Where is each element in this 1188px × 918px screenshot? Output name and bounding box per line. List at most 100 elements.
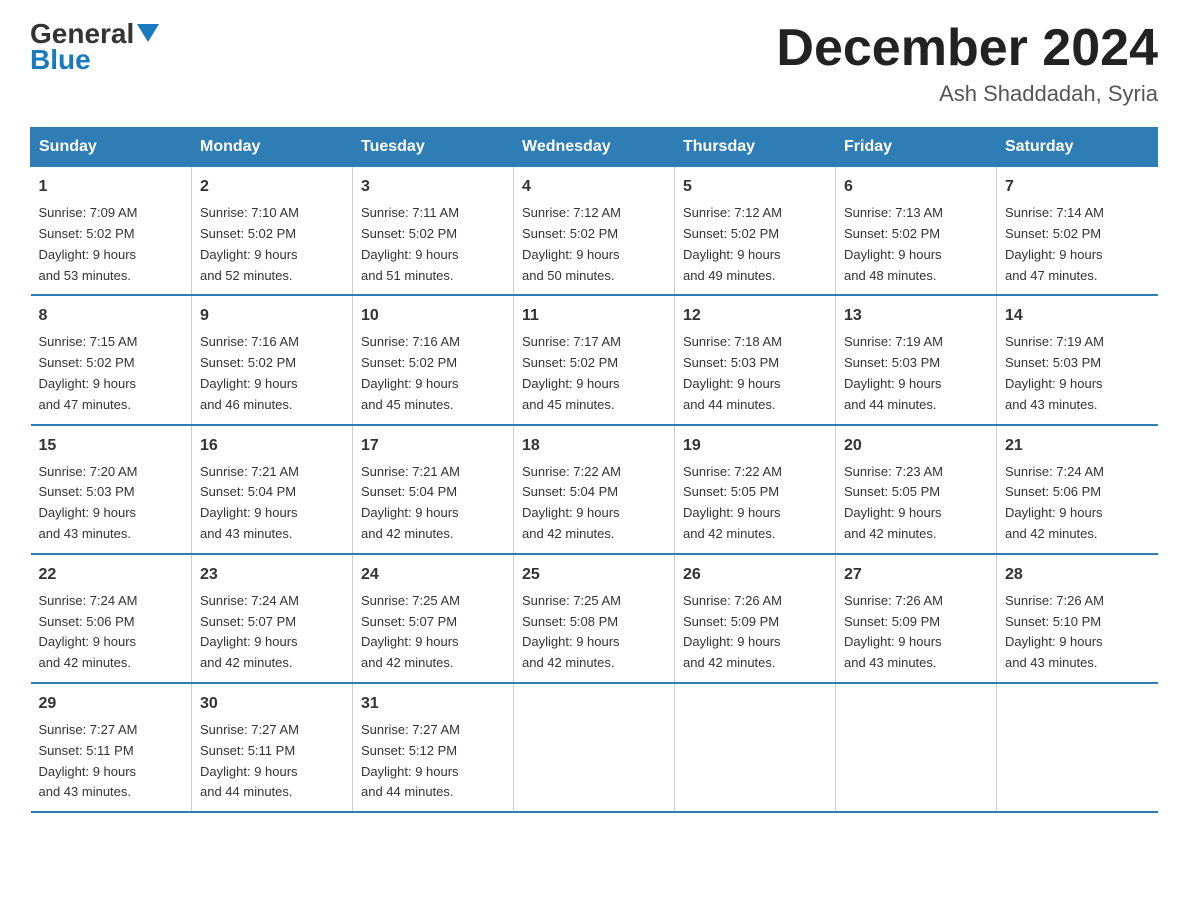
day-number: 17 <box>361 434 505 458</box>
table-row: 3 Sunrise: 7:11 AM Sunset: 5:02 PM Dayli… <box>353 167 514 296</box>
day-number: 6 <box>844 175 988 199</box>
day-number: 3 <box>361 175 505 199</box>
day-number: 13 <box>844 304 988 328</box>
day-number: 30 <box>200 692 344 716</box>
day-info: Sunrise: 7:27 AM Sunset: 5:12 PM Dayligh… <box>361 722 460 799</box>
subtitle: Ash Shaddadah, Syria <box>776 81 1158 107</box>
day-info: Sunrise: 7:18 AM Sunset: 5:03 PM Dayligh… <box>683 334 782 411</box>
day-number: 5 <box>683 175 827 199</box>
day-info: Sunrise: 7:15 AM Sunset: 5:02 PM Dayligh… <box>39 334 138 411</box>
day-number: 29 <box>39 692 184 716</box>
day-info: Sunrise: 7:12 AM Sunset: 5:02 PM Dayligh… <box>683 205 782 282</box>
table-row: 20 Sunrise: 7:23 AM Sunset: 5:05 PM Dayl… <box>836 425 997 554</box>
calendar-week-row: 22 Sunrise: 7:24 AM Sunset: 5:06 PM Dayl… <box>31 554 1158 683</box>
table-row: 6 Sunrise: 7:13 AM Sunset: 5:02 PM Dayli… <box>836 167 997 296</box>
table-row <box>836 683 997 812</box>
day-info: Sunrise: 7:20 AM Sunset: 5:03 PM Dayligh… <box>39 464 138 541</box>
day-number: 19 <box>683 434 827 458</box>
table-row: 14 Sunrise: 7:19 AM Sunset: 5:03 PM Dayl… <box>997 295 1158 424</box>
day-info: Sunrise: 7:25 AM Sunset: 5:07 PM Dayligh… <box>361 593 460 670</box>
calendar-week-row: 29 Sunrise: 7:27 AM Sunset: 5:11 PM Dayl… <box>31 683 1158 812</box>
main-title: December 2024 <box>776 20 1158 77</box>
day-info: Sunrise: 7:21 AM Sunset: 5:04 PM Dayligh… <box>361 464 460 541</box>
day-number: 8 <box>39 304 184 328</box>
col-saturday: Saturday <box>997 128 1158 167</box>
table-row: 8 Sunrise: 7:15 AM Sunset: 5:02 PM Dayli… <box>31 295 192 424</box>
day-number: 4 <box>522 175 666 199</box>
day-info: Sunrise: 7:17 AM Sunset: 5:02 PM Dayligh… <box>522 334 621 411</box>
day-number: 11 <box>522 304 666 328</box>
table-row <box>997 683 1158 812</box>
logo-text-blue: Blue <box>30 44 91 76</box>
table-row: 7 Sunrise: 7:14 AM Sunset: 5:02 PM Dayli… <box>997 167 1158 296</box>
day-info: Sunrise: 7:25 AM Sunset: 5:08 PM Dayligh… <box>522 593 621 670</box>
logo: General Blue <box>30 20 159 76</box>
day-info: Sunrise: 7:12 AM Sunset: 5:02 PM Dayligh… <box>522 205 621 282</box>
table-row: 10 Sunrise: 7:16 AM Sunset: 5:02 PM Dayl… <box>353 295 514 424</box>
day-number: 12 <box>683 304 827 328</box>
day-number: 21 <box>1005 434 1150 458</box>
day-info: Sunrise: 7:13 AM Sunset: 5:02 PM Dayligh… <box>844 205 943 282</box>
table-row: 11 Sunrise: 7:17 AM Sunset: 5:02 PM Dayl… <box>514 295 675 424</box>
day-info: Sunrise: 7:23 AM Sunset: 5:05 PM Dayligh… <box>844 464 943 541</box>
day-number: 28 <box>1005 563 1150 587</box>
table-row: 19 Sunrise: 7:22 AM Sunset: 5:05 PM Dayl… <box>675 425 836 554</box>
table-row: 22 Sunrise: 7:24 AM Sunset: 5:06 PM Dayl… <box>31 554 192 683</box>
page-header: General Blue December 2024 Ash Shaddadah… <box>30 20 1158 107</box>
table-row: 31 Sunrise: 7:27 AM Sunset: 5:12 PM Dayl… <box>353 683 514 812</box>
table-row: 17 Sunrise: 7:21 AM Sunset: 5:04 PM Dayl… <box>353 425 514 554</box>
day-info: Sunrise: 7:26 AM Sunset: 5:10 PM Dayligh… <box>1005 593 1104 670</box>
day-info: Sunrise: 7:22 AM Sunset: 5:05 PM Dayligh… <box>683 464 782 541</box>
logo-arrow-icon <box>137 24 159 42</box>
day-info: Sunrise: 7:27 AM Sunset: 5:11 PM Dayligh… <box>39 722 138 799</box>
table-row: 24 Sunrise: 7:25 AM Sunset: 5:07 PM Dayl… <box>353 554 514 683</box>
day-info: Sunrise: 7:16 AM Sunset: 5:02 PM Dayligh… <box>200 334 299 411</box>
table-row: 28 Sunrise: 7:26 AM Sunset: 5:10 PM Dayl… <box>997 554 1158 683</box>
day-number: 27 <box>844 563 988 587</box>
day-number: 18 <box>522 434 666 458</box>
day-number: 26 <box>683 563 827 587</box>
day-number: 20 <box>844 434 988 458</box>
calendar-week-row: 8 Sunrise: 7:15 AM Sunset: 5:02 PM Dayli… <box>31 295 1158 424</box>
col-tuesday: Tuesday <box>353 128 514 167</box>
day-info: Sunrise: 7:14 AM Sunset: 5:02 PM Dayligh… <box>1005 205 1104 282</box>
day-info: Sunrise: 7:26 AM Sunset: 5:09 PM Dayligh… <box>683 593 782 670</box>
table-row: 27 Sunrise: 7:26 AM Sunset: 5:09 PM Dayl… <box>836 554 997 683</box>
calendar-week-row: 15 Sunrise: 7:20 AM Sunset: 5:03 PM Dayl… <box>31 425 1158 554</box>
table-row <box>514 683 675 812</box>
col-sunday: Sunday <box>31 128 192 167</box>
day-info: Sunrise: 7:26 AM Sunset: 5:09 PM Dayligh… <box>844 593 943 670</box>
day-number: 7 <box>1005 175 1150 199</box>
day-info: Sunrise: 7:24 AM Sunset: 5:06 PM Dayligh… <box>39 593 138 670</box>
day-info: Sunrise: 7:09 AM Sunset: 5:02 PM Dayligh… <box>39 205 138 282</box>
day-info: Sunrise: 7:19 AM Sunset: 5:03 PM Dayligh… <box>1005 334 1104 411</box>
table-row: 15 Sunrise: 7:20 AM Sunset: 5:03 PM Dayl… <box>31 425 192 554</box>
table-row: 18 Sunrise: 7:22 AM Sunset: 5:04 PM Dayl… <box>514 425 675 554</box>
table-row: 30 Sunrise: 7:27 AM Sunset: 5:11 PM Dayl… <box>192 683 353 812</box>
col-wednesday: Wednesday <box>514 128 675 167</box>
day-info: Sunrise: 7:24 AM Sunset: 5:06 PM Dayligh… <box>1005 464 1104 541</box>
day-number: 23 <box>200 563 344 587</box>
title-section: December 2024 Ash Shaddadah, Syria <box>776 20 1158 107</box>
day-number: 22 <box>39 563 184 587</box>
day-info: Sunrise: 7:24 AM Sunset: 5:07 PM Dayligh… <box>200 593 299 670</box>
day-info: Sunrise: 7:10 AM Sunset: 5:02 PM Dayligh… <box>200 205 299 282</box>
day-number: 14 <box>1005 304 1150 328</box>
day-info: Sunrise: 7:11 AM Sunset: 5:02 PM Dayligh… <box>361 205 459 282</box>
table-row: 5 Sunrise: 7:12 AM Sunset: 5:02 PM Dayli… <box>675 167 836 296</box>
day-number: 24 <box>361 563 505 587</box>
table-row: 1 Sunrise: 7:09 AM Sunset: 5:02 PM Dayli… <box>31 167 192 296</box>
table-row: 25 Sunrise: 7:25 AM Sunset: 5:08 PM Dayl… <box>514 554 675 683</box>
day-number: 1 <box>39 175 184 199</box>
col-thursday: Thursday <box>675 128 836 167</box>
day-number: 31 <box>361 692 505 716</box>
col-friday: Friday <box>836 128 997 167</box>
calendar-header-row: Sunday Monday Tuesday Wednesday Thursday… <box>31 128 1158 167</box>
day-number: 16 <box>200 434 344 458</box>
table-row: 9 Sunrise: 7:16 AM Sunset: 5:02 PM Dayli… <box>192 295 353 424</box>
day-info: Sunrise: 7:27 AM Sunset: 5:11 PM Dayligh… <box>200 722 299 799</box>
table-row: 26 Sunrise: 7:26 AM Sunset: 5:09 PM Dayl… <box>675 554 836 683</box>
day-info: Sunrise: 7:19 AM Sunset: 5:03 PM Dayligh… <box>844 334 943 411</box>
day-number: 25 <box>522 563 666 587</box>
day-number: 15 <box>39 434 184 458</box>
